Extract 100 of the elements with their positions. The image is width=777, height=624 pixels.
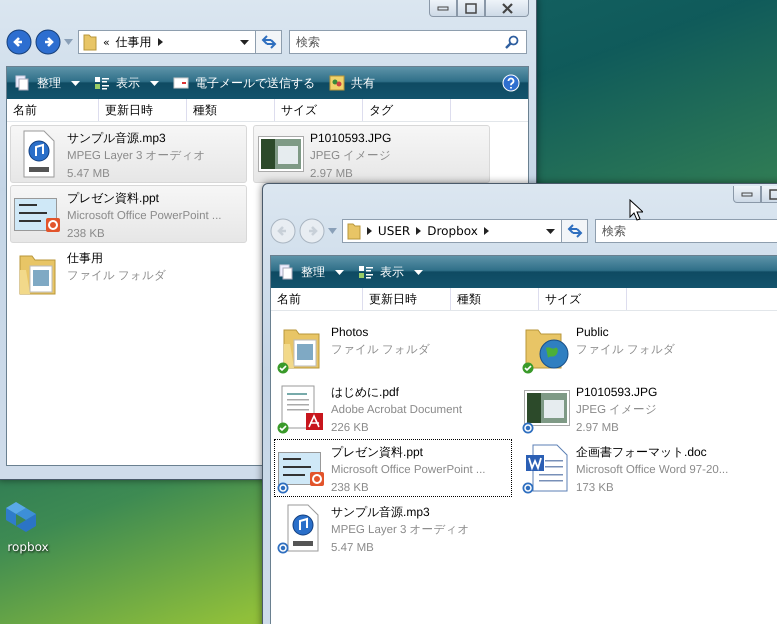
minimize-icon [437, 6, 449, 10]
toolbar-button[interactable]: 表示 [94, 74, 159, 92]
file-name: 仕事用 [67, 250, 104, 267]
column-header[interactable]: 種類 [451, 288, 539, 310]
dropdown-caret-icon [335, 270, 344, 274]
refresh-icon [566, 224, 583, 238]
file-name: Public [576, 324, 610, 341]
pages-icon [15, 75, 31, 91]
chevron-icon [158, 38, 163, 46]
file-name: はじめに.pdf [331, 384, 400, 401]
file-size: 2.97 MB [310, 167, 354, 182]
file-item[interactable]: 企画書フォーマット.doc Microsoft Office Word 97-20... 173 KB [519, 439, 757, 497]
toolbar-button[interactable]: 整理 [279, 264, 344, 280]
file-size: 5.47 MB [67, 167, 111, 182]
toolbar-button[interactable]: 表示 [358, 264, 423, 280]
views-icon [94, 75, 110, 91]
folder-icon [83, 33, 97, 51]
column-header[interactable]: タグ [363, 99, 451, 121]
search-icon [505, 35, 519, 49]
dropdown-caret-icon [150, 80, 159, 86]
file-item[interactable]: P1010593.JPG JPEG イメージ 2.97 MB [519, 379, 757, 437]
file-type: Microsoft Office PowerPoint ... [67, 209, 222, 224]
forward-button[interactable] [35, 29, 61, 55]
chevron-icon [366, 227, 372, 235]
maximize-button[interactable] [457, 0, 485, 17]
file-item[interactable]: プレゼン資料.ppt Microsoft Office PowerPoint ... 238 KB [10, 185, 247, 243]
file-type: JPEG イメージ [576, 403, 658, 418]
column-header[interactable]: 名前 [7, 99, 99, 121]
file-name: P1010593.JPG [310, 130, 392, 147]
column-header[interactable]: 更新日時 [363, 288, 451, 310]
file-size: 5.47 MB [331, 541, 375, 556]
desktop-icon-label[interactable]: ropbox [7, 540, 49, 554]
file-type: Adobe Acrobat Document [331, 403, 462, 418]
search-field[interactable]: 検索 [289, 30, 527, 54]
file-size: 226 KB [331, 421, 370, 436]
dropdown-caret-icon [240, 40, 249, 44]
breadcrumb-item[interactable]: USER [378, 224, 410, 238]
file-name: サンプル音源.mp3 [331, 504, 431, 521]
people-icon [329, 75, 345, 91]
photo-thumbnail [524, 390, 570, 426]
pages-icon [279, 264, 295, 280]
file-item[interactable]: P1010593.JPG JPEG イメージ 2.97 MB [253, 125, 490, 183]
file-type: Microsoft Office PowerPoint ... [331, 463, 486, 478]
column-header[interactable]: 種類 [187, 99, 275, 121]
column-header[interactable]: 更新日時 [99, 99, 187, 121]
search-field[interactable]: 検索 [595, 219, 777, 243]
envelope-icon [173, 75, 189, 91]
file-name: Photos [331, 324, 370, 341]
file-item[interactable]: はじめに.pdf Adobe Acrobat Document 226 KB [274, 379, 512, 437]
pdf-file-icon [280, 385, 324, 431]
file-name: P1010593.JPG [576, 384, 658, 401]
minimize-button[interactable] [733, 186, 761, 203]
column-header[interactable]: サイズ [275, 99, 363, 121]
refresh-button[interactable] [256, 30, 282, 54]
toolbar-button[interactable]: 共有 [329, 74, 375, 92]
file-item[interactable]: Public ファイル フォルダ [519, 319, 757, 377]
close-button[interactable] [485, 0, 529, 17]
photo-thumbnail [258, 136, 304, 172]
mouse-pointer-icon [629, 199, 643, 221]
breadcrumb-item[interactable]: 仕事用 [116, 34, 152, 50]
toolbar-button[interactable]: 電子メールで送信する [173, 74, 315, 92]
file-item[interactable]: サンプル音源.mp3 MPEG Layer 3 オーディオ 5.47 MB [274, 499, 512, 557]
column-header[interactable]: 名前 [271, 288, 363, 310]
file-size: 238 KB [67, 227, 106, 242]
file-item[interactable]: Photos ファイル フォルダ [274, 319, 512, 377]
file-name: 企画書フォーマット.doc [576, 444, 708, 461]
file-name: サンプル音源.mp3 [67, 130, 167, 147]
refresh-button[interactable] [562, 219, 588, 243]
file-type: ファイル フォルダ [331, 342, 430, 358]
document-icon [525, 444, 569, 492]
minimize-icon [741, 192, 753, 196]
file-name: プレゼン資料.ppt [67, 190, 160, 207]
address-bar[interactable]: USER Dropbox [342, 219, 562, 243]
maximize-icon [465, 2, 477, 14]
file-type: Microsoft Office Word 97-20... [576, 463, 728, 478]
overflow-chevron[interactable]: « [103, 36, 110, 48]
file-type: JPEG イメージ [310, 149, 392, 164]
file-item[interactable]: プレゼン資料.ppt Microsoft Office PowerPoint ... 238 KB [274, 439, 512, 497]
file-size: 2.97 MB [576, 421, 620, 436]
toolbar-button[interactable]: 整理 [15, 74, 80, 92]
back-button[interactable] [6, 29, 32, 55]
chevron-icon [416, 227, 422, 235]
views-icon [358, 264, 374, 280]
file-item[interactable]: サンプル音源.mp3 MPEG Layer 3 オーディオ 5.47 MB [10, 125, 247, 183]
address-bar[interactable]: « 仕事用 [78, 30, 256, 54]
minimize-button[interactable] [429, 0, 457, 17]
chevron-icon [484, 227, 489, 235]
refresh-icon [260, 35, 276, 49]
file-size: 238 KB [331, 481, 370, 496]
file-type: ファイル フォルダ [576, 342, 676, 358]
dropdown-caret-icon [546, 228, 556, 234]
column-header[interactable]: サイズ [539, 288, 627, 310]
dropdown-caret-icon [414, 270, 423, 274]
breadcrumb-item[interactable]: Dropbox [427, 224, 478, 238]
close-icon [502, 2, 512, 14]
folder-icon [346, 222, 361, 240]
file-item[interactable]: 仕事用 ファイル フォルダ [10, 245, 247, 303]
file-type: MPEG Layer 3 オーディオ [67, 149, 206, 164]
file-type: ファイル フォルダ [67, 268, 166, 284]
dropdown-caret-icon [71, 80, 80, 86]
